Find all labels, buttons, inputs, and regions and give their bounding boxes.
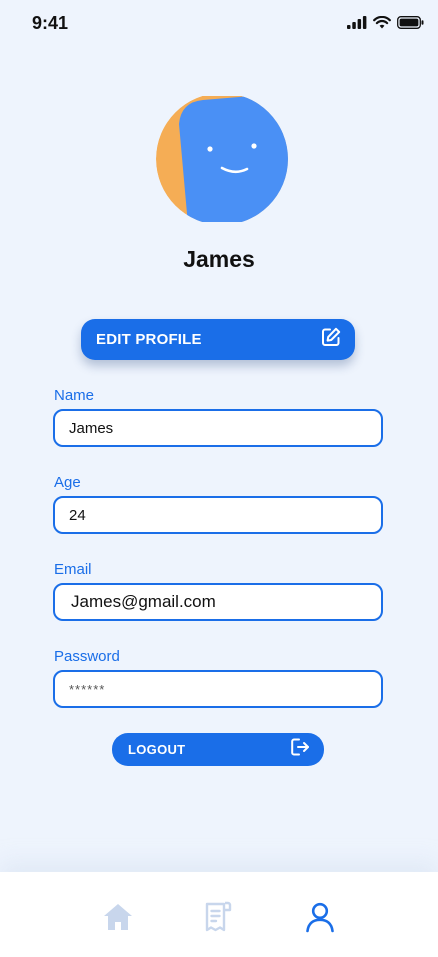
password-label: Password bbox=[54, 648, 120, 665]
edit-icon bbox=[321, 327, 341, 352]
tab-home[interactable] bbox=[101, 902, 135, 936]
edit-profile-button[interactable]: EDIT PROFILE bbox=[81, 319, 355, 360]
email-input[interactable] bbox=[53, 583, 383, 621]
logout-button[interactable]: LOGOUT bbox=[112, 733, 324, 766]
status-time: 9:41 bbox=[32, 13, 69, 33]
password-input[interactable] bbox=[53, 670, 383, 708]
logout-icon bbox=[290, 737, 310, 762]
tab-bar bbox=[0, 872, 438, 957]
logout-label: LOGOUT bbox=[128, 742, 186, 757]
tab-receipts[interactable] bbox=[201, 901, 235, 938]
tab-profile[interactable] bbox=[303, 902, 337, 936]
age-label: Age bbox=[54, 474, 81, 491]
wifi-icon bbox=[373, 16, 391, 29]
status-icons bbox=[347, 16, 424, 29]
receipt-icon bbox=[203, 901, 233, 938]
user-icon bbox=[304, 901, 336, 938]
profile-name: James bbox=[183, 246, 255, 272]
name-label: Name bbox=[54, 387, 95, 404]
home-icon bbox=[102, 902, 134, 937]
avatar bbox=[155, 93, 289, 225]
name-input[interactable] bbox=[53, 409, 383, 447]
signal-icon bbox=[347, 16, 367, 29]
status-bar: 9:41 bbox=[0, 0, 438, 48]
smiley-avatar-icon bbox=[156, 93, 288, 225]
battery-icon bbox=[397, 16, 424, 29]
email-label: Email bbox=[54, 561, 92, 578]
edit-profile-label: EDIT PROFILE bbox=[96, 331, 202, 348]
age-input[interactable] bbox=[53, 496, 383, 534]
